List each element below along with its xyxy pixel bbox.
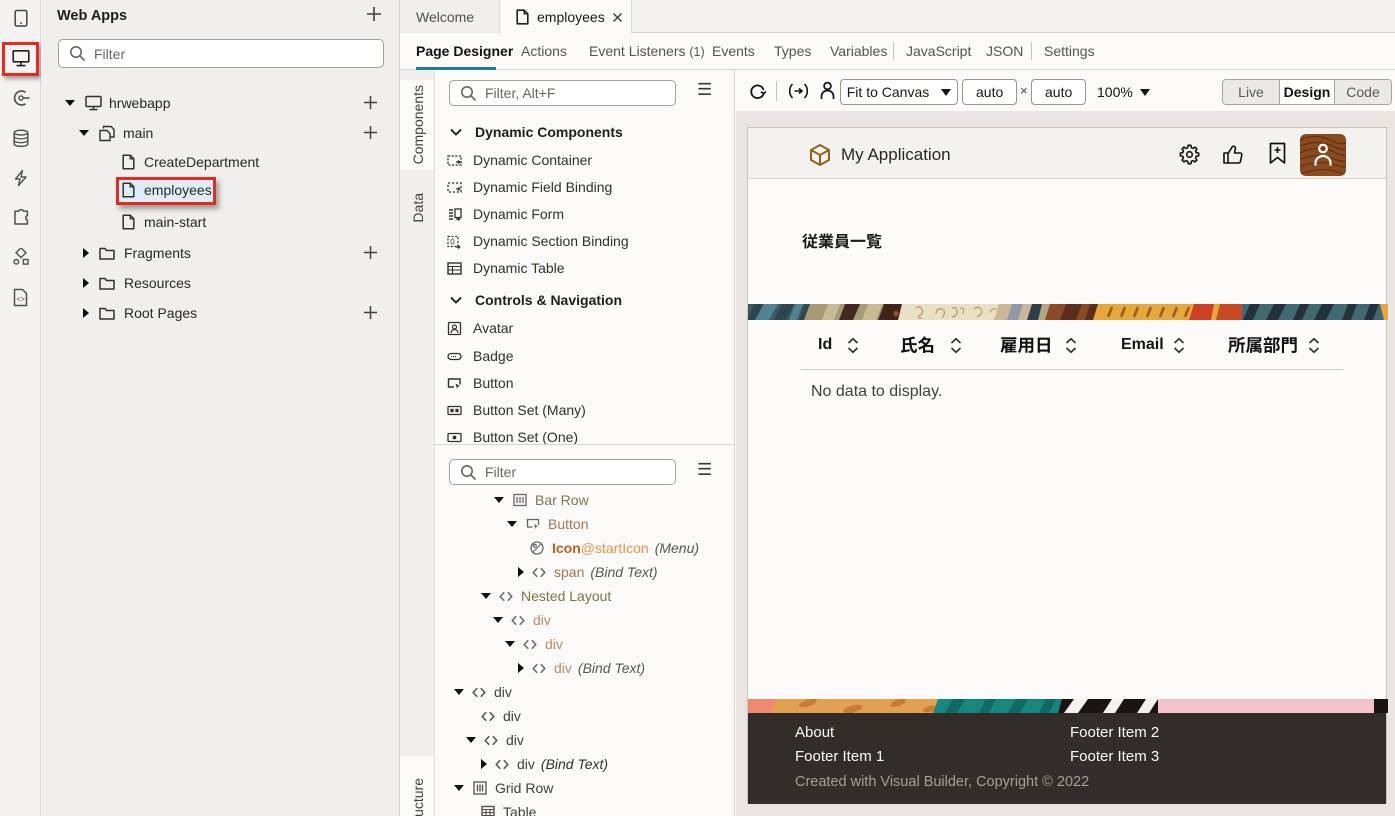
svg-text:<>: <> (17, 297, 25, 305)
svg-text:0: 0 (450, 237, 455, 246)
